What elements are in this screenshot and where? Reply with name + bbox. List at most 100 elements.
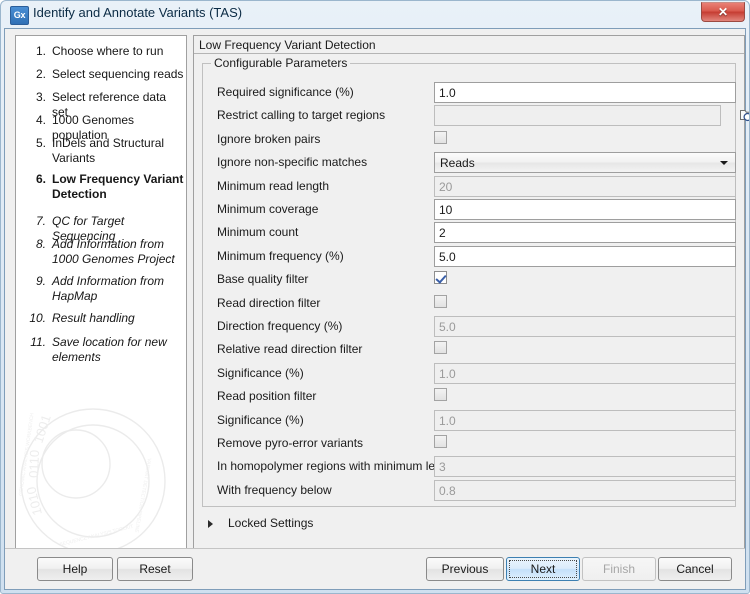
configurable-parameters-group: Configurable Parameters Required signifi… <box>202 56 749 507</box>
locked-settings-label: Locked Settings <box>228 516 314 530</box>
next-button[interactable]: Next <box>506 557 580 581</box>
parameter-row: Direction frequency (%) 5.0 <box>203 316 736 338</box>
help-button[interactable]: Help <box>37 557 113 581</box>
svg-text:SEQUENCE ANALYSIS TOOLKIT: SEQUENCE ANALYSIS TOOLKIT <box>59 524 134 548</box>
parameter-row: Read position filter <box>203 386 735 408</box>
parameter-dropdown[interactable]: Reads <box>434 152 736 174</box>
parameter-row: Required significance (%) 1.0 <box>203 82 736 104</box>
parameter-checkbox[interactable] <box>434 341 447 355</box>
parameter-input: 5.0 <box>434 316 736 337</box>
step-number: 3. <box>35 90 46 104</box>
parameter-row: Read direction filter <box>203 293 735 315</box>
browse-folder-search-icon[interactable] <box>739 106 750 124</box>
parameter-row: Remove pyro-error variants <box>203 433 735 455</box>
parameter-label: Read position filter <box>217 389 317 404</box>
panel-header: Low Frequency Variant Detection <box>194 36 744 54</box>
parameter-label: Significance (%) <box>217 365 304 380</box>
sidebar-step-2[interactable]: 2. Select sequencing reads <box>24 67 184 82</box>
parameter-label: Required significance (%) <box>217 85 354 99</box>
parameter-label: Base quality filter <box>217 272 309 287</box>
parameter-row: Base quality filter <box>203 269 735 291</box>
group-title: Configurable Parameters <box>211 56 351 70</box>
parameter-label: Restrict calling to target regions <box>217 108 386 123</box>
parameter-input: 20 <box>434 175 736 197</box>
step-number: 11. <box>30 335 46 349</box>
sidebar-step-10[interactable]: 10. Result handling <box>24 311 184 326</box>
parameter-label: Minimum coverage <box>217 202 319 216</box>
dialog-window: Gx Identify and Annotate Variants (TAS) … <box>0 0 750 594</box>
step-label: Low Frequency Variant Detection <box>52 172 184 201</box>
chevron-right-icon <box>208 520 213 528</box>
close-icon[interactable]: ✕ <box>701 2 745 22</box>
parameter-label: Remove pyro-error variants <box>217 436 364 450</box>
step-label: Select sequencing reads <box>52 67 184 81</box>
step-label: Choose where to run <box>52 44 164 58</box>
svg-text:1001: 1001 <box>31 413 54 445</box>
step-number: 10. <box>29 311 46 325</box>
sidebar-step-6[interactable]: 6. Low Frequency Variant Detection <box>24 172 184 202</box>
step-number: 2. <box>35 67 46 81</box>
chevron-down-icon <box>720 161 728 166</box>
sidebar-step-5[interactable]: 5. InDels and Structural Variants <box>24 136 184 166</box>
dialog-button-bar: Help Reset Previous Next Finish Cancel <box>5 548 745 589</box>
parameter-label: Minimum frequency (%) <box>217 248 344 263</box>
parameter-label: Ignore non-specific matches <box>217 155 368 170</box>
sidebar-step-9[interactable]: 9. Add Information from HapMap <box>24 274 184 304</box>
parameter-checkbox[interactable] <box>434 388 447 402</box>
parameter-input: 3 <box>434 456 736 478</box>
wizard-step-list: 1001 0110 1010 GENOMIC ANALYSIS WORKBENC… <box>15 35 187 549</box>
previous-button[interactable]: Previous <box>426 557 504 581</box>
step-label: Add Information from 1000 Genomes Projec… <box>52 237 175 266</box>
parameter-checkbox[interactable] <box>434 271 447 285</box>
parameter-input[interactable]: 1.0 <box>434 82 736 103</box>
parameter-input: 0.8 <box>434 479 736 501</box>
parameter-label: Read direction filter <box>217 295 321 310</box>
parameter-checkbox[interactable] <box>434 294 447 308</box>
watermark-logo: 1001 0110 1010 GENOMIC ANALYSIS WORKBENC… <box>18 408 166 548</box>
parameter-row: Significance (%) 1.0 <box>203 409 736 432</box>
parameter-label: Relative read direction filter <box>217 342 363 357</box>
parameter-row: Minimum read length 20 <box>203 175 736 198</box>
parameter-row: Ignore broken pairs <box>203 129 735 151</box>
step-number: 5. <box>35 136 46 150</box>
step-number: 4. <box>35 113 46 127</box>
title-bar: Gx Identify and Annotate Variants (TAS) … <box>1 1 749 28</box>
svg-text:GENOMIC ANALYSIS WORKBENCH: GENOMIC ANALYSIS WORKBENCH <box>18 412 36 496</box>
finish-button: Finish <box>582 557 656 581</box>
parameter-label: In homopolymer regions with minimum leng… <box>217 459 459 474</box>
app-icon: Gx <box>10 6 29 25</box>
parameter-label: Minimum read length <box>217 178 330 193</box>
sidebar-step-11[interactable]: 11. Save location for new elements <box>24 335 184 365</box>
svg-text:1010: 1010 <box>23 485 45 517</box>
parameter-checkbox[interactable] <box>434 130 447 144</box>
dialog-content: 1001 0110 1010 GENOMIC ANALYSIS WORKBENC… <box>5 29 749 589</box>
step-number: 7. <box>35 214 46 228</box>
step-label: Add Information from HapMap <box>52 274 165 303</box>
parameter-input[interactable] <box>434 105 721 127</box>
parameter-label: Direction frequency (%) <box>217 319 343 333</box>
step-number: 9. <box>35 274 46 288</box>
parameter-input[interactable]: 5.0 <box>434 245 736 267</box>
parameter-label: Ignore broken pairs <box>217 131 321 146</box>
parameter-row: Minimum frequency (%) 5.0 <box>203 245 736 268</box>
step-number: 1. <box>35 44 46 58</box>
step-number: 8. <box>35 237 46 251</box>
step-number: 6. <box>35 172 46 186</box>
parameter-input: 1.0 <box>434 409 736 431</box>
reset-button[interactable]: Reset <box>117 557 193 581</box>
step-label: Result handling <box>52 311 135 325</box>
step-label: Save location for new elements <box>52 335 167 364</box>
sidebar-step-8[interactable]: 8. Add Information from 1000 Genomes Proj… <box>24 237 184 267</box>
parameter-input[interactable]: 2 <box>434 222 736 244</box>
step-label: InDels and Structural Variants <box>52 136 165 165</box>
parameter-row: Restrict calling to target regions <box>203 105 749 127</box>
parameter-row: Minimum count 2 <box>203 222 736 244</box>
parameter-row: Relative read direction filter <box>203 339 735 361</box>
sidebar-step-1[interactable]: 1. Choose where to run <box>24 44 184 59</box>
parameter-checkbox[interactable] <box>434 435 447 448</box>
parameter-input[interactable]: 10 <box>434 199 736 220</box>
window-frame: 1001 0110 1010 GENOMIC ANALYSIS WORKBENC… <box>4 28 749 590</box>
svg-text:0110: 0110 <box>26 450 42 478</box>
cancel-button[interactable]: Cancel <box>658 557 732 581</box>
svg-text:VARIANT DETECTION PIPELINE: VARIANT DETECTION PIPELINE <box>133 458 152 534</box>
